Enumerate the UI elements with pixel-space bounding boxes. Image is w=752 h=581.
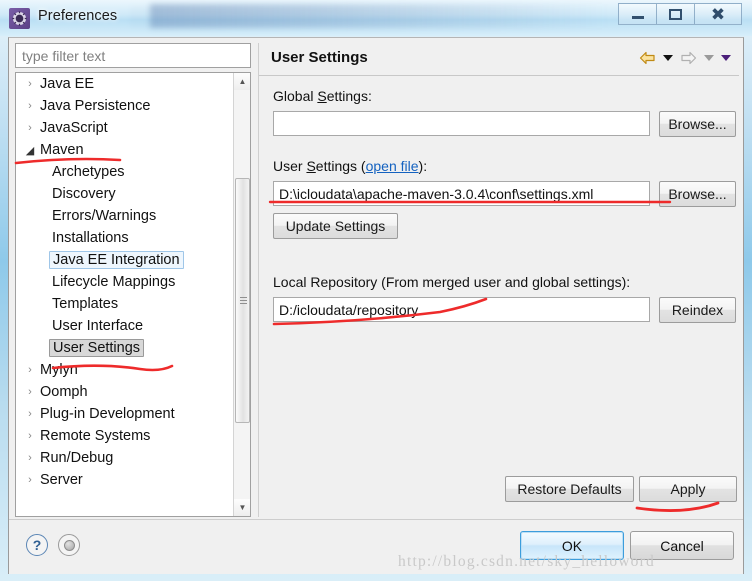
- preferences-dialog: ›Java EE›Java Persistence›JavaScript◢Mav…: [8, 37, 744, 574]
- view-menu-dropdown-icon[interactable]: [721, 55, 731, 61]
- user-settings-label: User Settings (open file):: [273, 158, 428, 174]
- close-icon: ✖: [710, 4, 726, 24]
- tree-item-label: Mylyn: [40, 362, 78, 378]
- tree-item-installations[interactable]: Installations: [16, 227, 250, 249]
- global-settings-input[interactable]: [273, 111, 650, 136]
- restore-defaults-button[interactable]: Restore Defaults: [505, 476, 634, 502]
- tree-item-label: Oomph: [40, 384, 88, 400]
- tree-item-maven[interactable]: ◢ Maven: [16, 139, 250, 161]
- apply-button[interactable]: Apply: [639, 476, 737, 502]
- scroll-up-arrow-icon[interactable]: ▲: [234, 73, 250, 90]
- chevron-right-icon[interactable]: ›: [22, 122, 38, 134]
- tree-item-label: Server: [40, 472, 83, 488]
- chevron-right-icon[interactable]: ›: [22, 430, 38, 442]
- tree-item-archetypes[interactable]: Archetypes: [16, 161, 250, 183]
- tree-item-label: Errors/Warnings: [52, 208, 157, 224]
- tree-item-label: Archetypes: [52, 164, 125, 180]
- minimize-icon: [631, 16, 644, 19]
- gray-circle-dot: [63, 539, 75, 551]
- tree-item-label: Discovery: [52, 186, 116, 202]
- tree-item-label: Templates: [52, 296, 119, 312]
- aero-glass-blur: [150, 4, 610, 28]
- tree-item-label: Java EE: [40, 76, 94, 92]
- window-title-text: Preferences: [38, 8, 118, 24]
- preferences-window: Preferences ✖ ›Java EE›Java Persistence›…: [0, 0, 752, 581]
- chevron-right-icon[interactable]: ›: [22, 100, 38, 112]
- tree-item-errors-warnings[interactable]: Errors/Warnings: [16, 205, 250, 227]
- tree-item-label: Remote Systems: [40, 428, 151, 444]
- tree-item-label: Lifecycle Mappings: [52, 274, 176, 290]
- global-settings-label: Global Settings:: [273, 88, 372, 104]
- tree-item-label: Java Persistence: [40, 98, 151, 114]
- tree-scrollbar[interactable]: ▲ ▼: [233, 73, 250, 516]
- window-title-bar: Preferences ✖: [0, 0, 752, 36]
- tree-item-java-persistence[interactable]: › Java Persistence: [16, 95, 250, 117]
- preferences-tree[interactable]: › Java EE › Java Persistence › JavaScript ◢ Mav…: [15, 72, 251, 517]
- scrollbar-grip-icon: [240, 296, 247, 306]
- gear-icon-glyph: [12, 11, 27, 26]
- filter-input[interactable]: [15, 43, 251, 68]
- chevron-right-icon[interactable]: ›: [22, 474, 38, 486]
- tree-rows-container: › Java EE › Java Persistence › JavaScript ◢ Mav…: [16, 73, 250, 491]
- tree-item-remote-systems[interactable]: › Remote Systems: [16, 425, 250, 447]
- settings-pane: User Settings Global Settings: Browse...…: [258, 43, 739, 517]
- update-settings-button[interactable]: Update Settings: [273, 213, 398, 239]
- tree-item-label: Java EE Integration: [49, 251, 184, 269]
- tree-item-templates[interactable]: Templates: [16, 293, 250, 315]
- user-settings-browse-button[interactable]: Browse...: [659, 181, 736, 207]
- open-file-link[interactable]: open file: [366, 158, 419, 174]
- back-arrow-icon[interactable]: [639, 51, 656, 65]
- tree-item-discovery[interactable]: Discovery: [16, 183, 250, 205]
- maximize-icon: [669, 8, 682, 20]
- reindex-button[interactable]: Reindex: [659, 297, 736, 323]
- scrollbar-thumb[interactable]: [235, 178, 250, 423]
- page-navigation-icons: [639, 51, 731, 65]
- page-body: Global Settings: Browse... User Settings…: [259, 76, 739, 517]
- close-button[interactable]: ✖: [694, 3, 742, 25]
- dialog-footer: ? OK Cancel: [9, 520, 743, 574]
- chevron-right-icon[interactable]: ›: [22, 386, 38, 398]
- chevron-right-icon[interactable]: ›: [22, 364, 38, 376]
- forward-arrow-icon: [681, 51, 697, 65]
- tree-item-mylyn[interactable]: › Mylyn: [16, 359, 250, 381]
- tree-item-label: Installations: [52, 230, 129, 246]
- global-settings-browse-button[interactable]: Browse...: [659, 111, 736, 137]
- page-header: User Settings: [259, 43, 739, 76]
- tree-item-java-ee-integration[interactable]: Java EE Integration: [16, 249, 250, 271]
- gray-circle-icon[interactable]: [58, 534, 80, 556]
- forward-dropdown-icon: [704, 55, 714, 61]
- maximize-button[interactable]: [656, 3, 694, 25]
- chevron-right-icon[interactable]: ›: [22, 78, 38, 90]
- tree-item-java-ee[interactable]: › Java EE: [16, 73, 250, 95]
- tree-item-label: Maven: [40, 142, 84, 158]
- scroll-down-arrow-icon[interactable]: ▼: [234, 499, 250, 516]
- preferences-gear-icon: [9, 8, 30, 29]
- page-title: User Settings: [271, 49, 368, 66]
- tree-item-lifecycle-mappings[interactable]: Lifecycle Mappings: [16, 271, 250, 293]
- local-repository-label: Local Repository (From merged user and g…: [273, 274, 631, 290]
- chevron-down-icon[interactable]: ◢: [22, 144, 38, 157]
- tree-item-user-interface[interactable]: User Interface: [16, 315, 250, 337]
- chevron-right-icon[interactable]: ›: [22, 408, 38, 420]
- tree-item-label: JavaScript: [40, 120, 108, 136]
- user-settings-input[interactable]: [273, 181, 650, 206]
- chevron-right-icon[interactable]: ›: [22, 452, 38, 464]
- tree-item-server[interactable]: › Server: [16, 469, 250, 491]
- tree-item-label: Run/Debug: [40, 450, 114, 466]
- cancel-button[interactable]: Cancel: [630, 531, 734, 560]
- tree-item-run-debug[interactable]: › Run/Debug: [16, 447, 250, 469]
- tree-item-plug-in-development[interactable]: › Plug-in Development: [16, 403, 250, 425]
- tree-item-javascript[interactable]: › JavaScript: [16, 117, 250, 139]
- back-dropdown-icon[interactable]: [663, 55, 673, 61]
- tree-item-user-settings[interactable]: User Settings: [16, 337, 250, 359]
- minimize-button[interactable]: [618, 3, 656, 25]
- tree-item-oomph[interactable]: › Oomph: [16, 381, 250, 403]
- tree-item-label: User Interface: [52, 318, 144, 334]
- tree-item-label: Plug-in Development: [40, 406, 175, 422]
- tree-item-label: User Settings: [49, 339, 145, 357]
- local-repository-input[interactable]: [273, 297, 650, 322]
- help-question-icon[interactable]: ?: [26, 534, 48, 556]
- ok-button[interactable]: OK: [520, 531, 624, 560]
